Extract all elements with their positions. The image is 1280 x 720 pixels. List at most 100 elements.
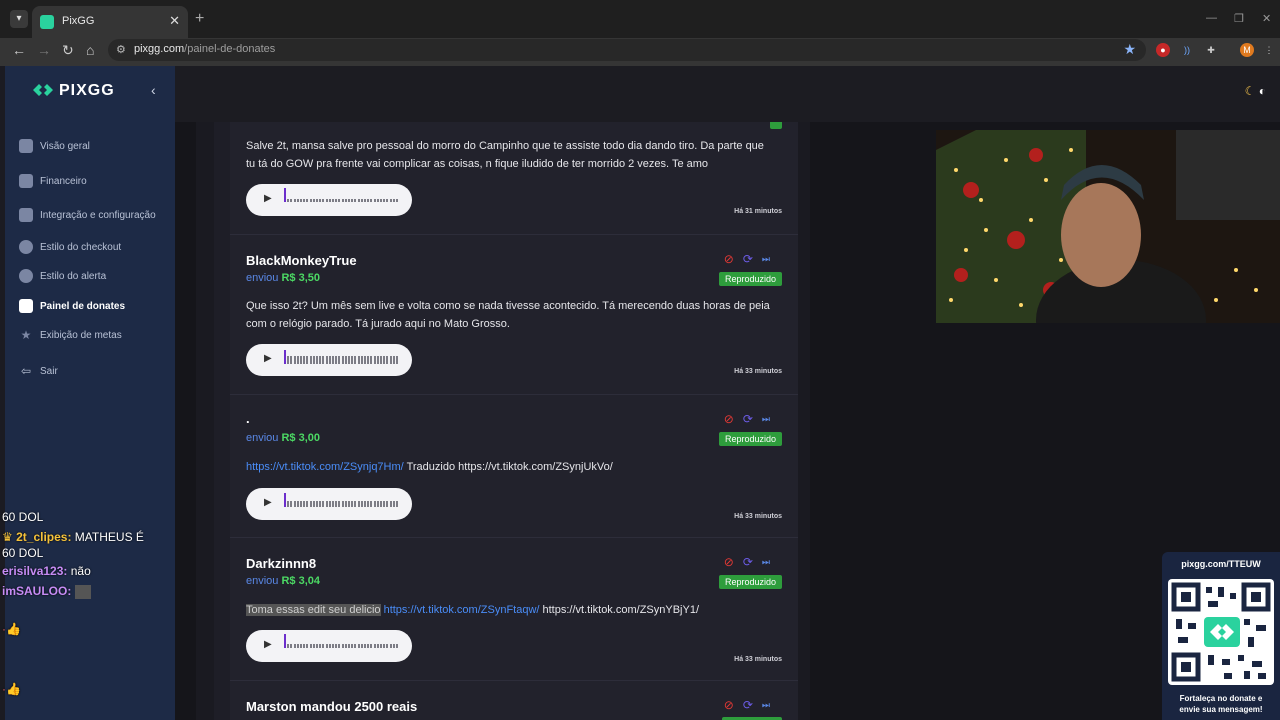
donation-controls: ⊘ ⟳ ⏭ bbox=[724, 555, 770, 569]
wallet-icon bbox=[19, 174, 33, 188]
status-badge: Reproduzido bbox=[718, 432, 782, 446]
donation-link[interactable]: https://vt.tiktok.com/ZSynjq7Hm/ bbox=[246, 461, 404, 473]
sidebar-item-integracao[interactable]: Integração e configuração bbox=[19, 204, 156, 226]
integration-icon bbox=[19, 208, 33, 222]
waveform-bar bbox=[300, 501, 302, 507]
skip-icon[interactable]: ⏭ bbox=[762, 254, 770, 265]
restore-icon[interactable]: ❐ bbox=[1234, 12, 1244, 25]
waveform-bar bbox=[354, 198, 357, 202]
waveform[interactable] bbox=[284, 350, 402, 367]
waveform-bar bbox=[335, 356, 338, 364]
sidebar-item-exibicao-metas[interactable]: ★ Exibição de metas bbox=[19, 324, 122, 346]
chat-message: 60 DOL bbox=[2, 546, 44, 560]
collapse-sidebar-icon[interactable]: ‹ bbox=[151, 82, 156, 98]
reload-icon[interactable]: ↻ bbox=[62, 42, 74, 59]
block-icon[interactable]: ⊘ bbox=[724, 252, 734, 266]
waveform-bar bbox=[396, 198, 398, 202]
waveform-bar bbox=[322, 501, 325, 507]
waveform-bar bbox=[392, 356, 395, 364]
back-icon[interactable]: ← bbox=[12, 42, 26, 58]
browser-menu-icon[interactable]: ⋮ bbox=[1262, 43, 1276, 57]
extension-icon[interactable]: ● bbox=[1156, 43, 1170, 57]
theme-toggle-icon[interactable]: ☾ ◐ bbox=[1245, 84, 1266, 98]
site-info-icon[interactable]: ⚙ bbox=[116, 43, 126, 56]
extensions-puzzle-icon[interactable]: ✚ bbox=[1204, 43, 1218, 57]
waveform-bar bbox=[386, 356, 389, 364]
bookmark-star-icon[interactable]: ★ bbox=[1123, 41, 1136, 58]
sidebar-item-sair[interactable]: ⇦ Sair bbox=[19, 360, 58, 382]
skip-icon[interactable]: ⏭ bbox=[762, 700, 770, 711]
playhead bbox=[284, 350, 286, 364]
profile-avatar[interactable]: M bbox=[1240, 43, 1254, 57]
waveform-bar bbox=[319, 501, 322, 507]
sidebar-item-estilo-alerta[interactable]: Estilo do alerta bbox=[19, 265, 106, 287]
sidebar-item-financeiro[interactable]: Financeiro bbox=[19, 170, 87, 192]
waveform-bar bbox=[376, 198, 379, 202]
audio-player[interactable]: ▶ bbox=[246, 184, 412, 216]
waveform-bar bbox=[344, 501, 347, 507]
block-icon[interactable]: ⊘ bbox=[724, 698, 734, 712]
waveform-bar bbox=[309, 356, 312, 364]
sidebar-item-painel-donates[interactable]: Painel de donates bbox=[19, 295, 125, 317]
waveform-bar bbox=[287, 501, 290, 507]
replay-icon[interactable]: ⟳ bbox=[743, 555, 753, 569]
waveform-bar bbox=[293, 198, 296, 202]
forward-icon[interactable]: → bbox=[37, 42, 51, 58]
skip-icon[interactable]: ⏭ bbox=[762, 557, 770, 568]
skip-icon[interactable]: ⏭ bbox=[762, 414, 770, 425]
audio-player[interactable]: ▶ bbox=[246, 344, 412, 376]
waveform-bar bbox=[364, 501, 366, 507]
donate-icon bbox=[19, 299, 33, 313]
sidebar-item-estilo-checkout[interactable]: Estilo do checkout bbox=[19, 236, 121, 258]
replay-icon[interactable]: ⟳ bbox=[743, 412, 753, 426]
chat-message: 60 DOL bbox=[2, 510, 44, 524]
waveform-bar bbox=[367, 198, 370, 202]
play-icon[interactable]: ▶ bbox=[264, 497, 272, 508]
play-icon[interactable]: ▶ bbox=[264, 353, 272, 364]
home-icon[interactable]: ⌂ bbox=[86, 42, 94, 58]
donations-feed[interactable]: Salve 2t, mansa salve pro pessoal do mor… bbox=[214, 122, 798, 720]
minimize-icon[interactable]: — bbox=[1206, 12, 1217, 24]
play-icon[interactable]: ▶ bbox=[264, 639, 272, 650]
waveform-bar bbox=[309, 501, 312, 507]
extension-wave-icon[interactable]: )) bbox=[1180, 43, 1194, 57]
waveform-bar bbox=[364, 198, 366, 202]
waveform-bar bbox=[344, 644, 347, 648]
audio-player[interactable]: ▶ bbox=[246, 488, 412, 520]
replay-icon[interactable]: ⟳ bbox=[743, 698, 753, 712]
waveform-bar bbox=[328, 356, 331, 364]
waveform[interactable] bbox=[284, 493, 402, 511]
block-icon[interactable]: ⊘ bbox=[724, 412, 734, 426]
donor-name: BlackMonkeyTrue bbox=[246, 253, 357, 268]
close-window-icon[interactable]: ✕ bbox=[1262, 12, 1271, 25]
sidebar-item-label: Estilo do checkout bbox=[40, 241, 122, 253]
waveform-bar bbox=[354, 501, 357, 507]
chat-message: imSAULOO: bbox=[2, 584, 91, 599]
waveform-bar bbox=[335, 198, 338, 202]
waveform[interactable] bbox=[284, 634, 402, 653]
pixgg-favicon-icon bbox=[40, 15, 54, 29]
waveform-bar bbox=[396, 644, 398, 648]
thumbs-up-emote-icon: ·👍 bbox=[2, 682, 21, 696]
donation-card: Marston mandou 2500 reais ⊘ ⟳ ⏭ bbox=[230, 680, 798, 720]
waveform-bar bbox=[338, 198, 341, 202]
address-bar[interactable]: ⚙ pixgg.com/painel-de-donates ★ bbox=[108, 39, 1146, 61]
tab-search-icon[interactable]: ▾ bbox=[10, 10, 28, 28]
replay-icon[interactable]: ⟳ bbox=[743, 252, 753, 266]
sidebar-item-visao-geral[interactable]: Visão geral bbox=[19, 135, 90, 157]
close-tab-icon[interactable]: ✕ bbox=[169, 13, 180, 29]
browser-tab[interactable]: PixGG ✕ bbox=[32, 6, 188, 38]
block-icon[interactable]: ⊘ bbox=[724, 555, 734, 569]
waveform-bar bbox=[309, 198, 312, 202]
waveform-bar bbox=[293, 356, 296, 364]
pixgg-logo[interactable]: PIXGG bbox=[33, 82, 115, 100]
new-tab-icon[interactable]: + bbox=[195, 10, 204, 28]
waveform-bar bbox=[392, 644, 395, 648]
audio-player[interactable]: ▶ bbox=[246, 630, 412, 662]
waveform-bar bbox=[306, 198, 309, 202]
waveform[interactable] bbox=[284, 187, 402, 207]
waveform-bar bbox=[338, 501, 341, 507]
play-icon[interactable]: ▶ bbox=[264, 193, 272, 204]
chat-message: erisilva123: não bbox=[2, 564, 91, 578]
donation-link[interactable]: https://vt.tiktok.com/ZSynFtaqw/ bbox=[381, 604, 540, 616]
